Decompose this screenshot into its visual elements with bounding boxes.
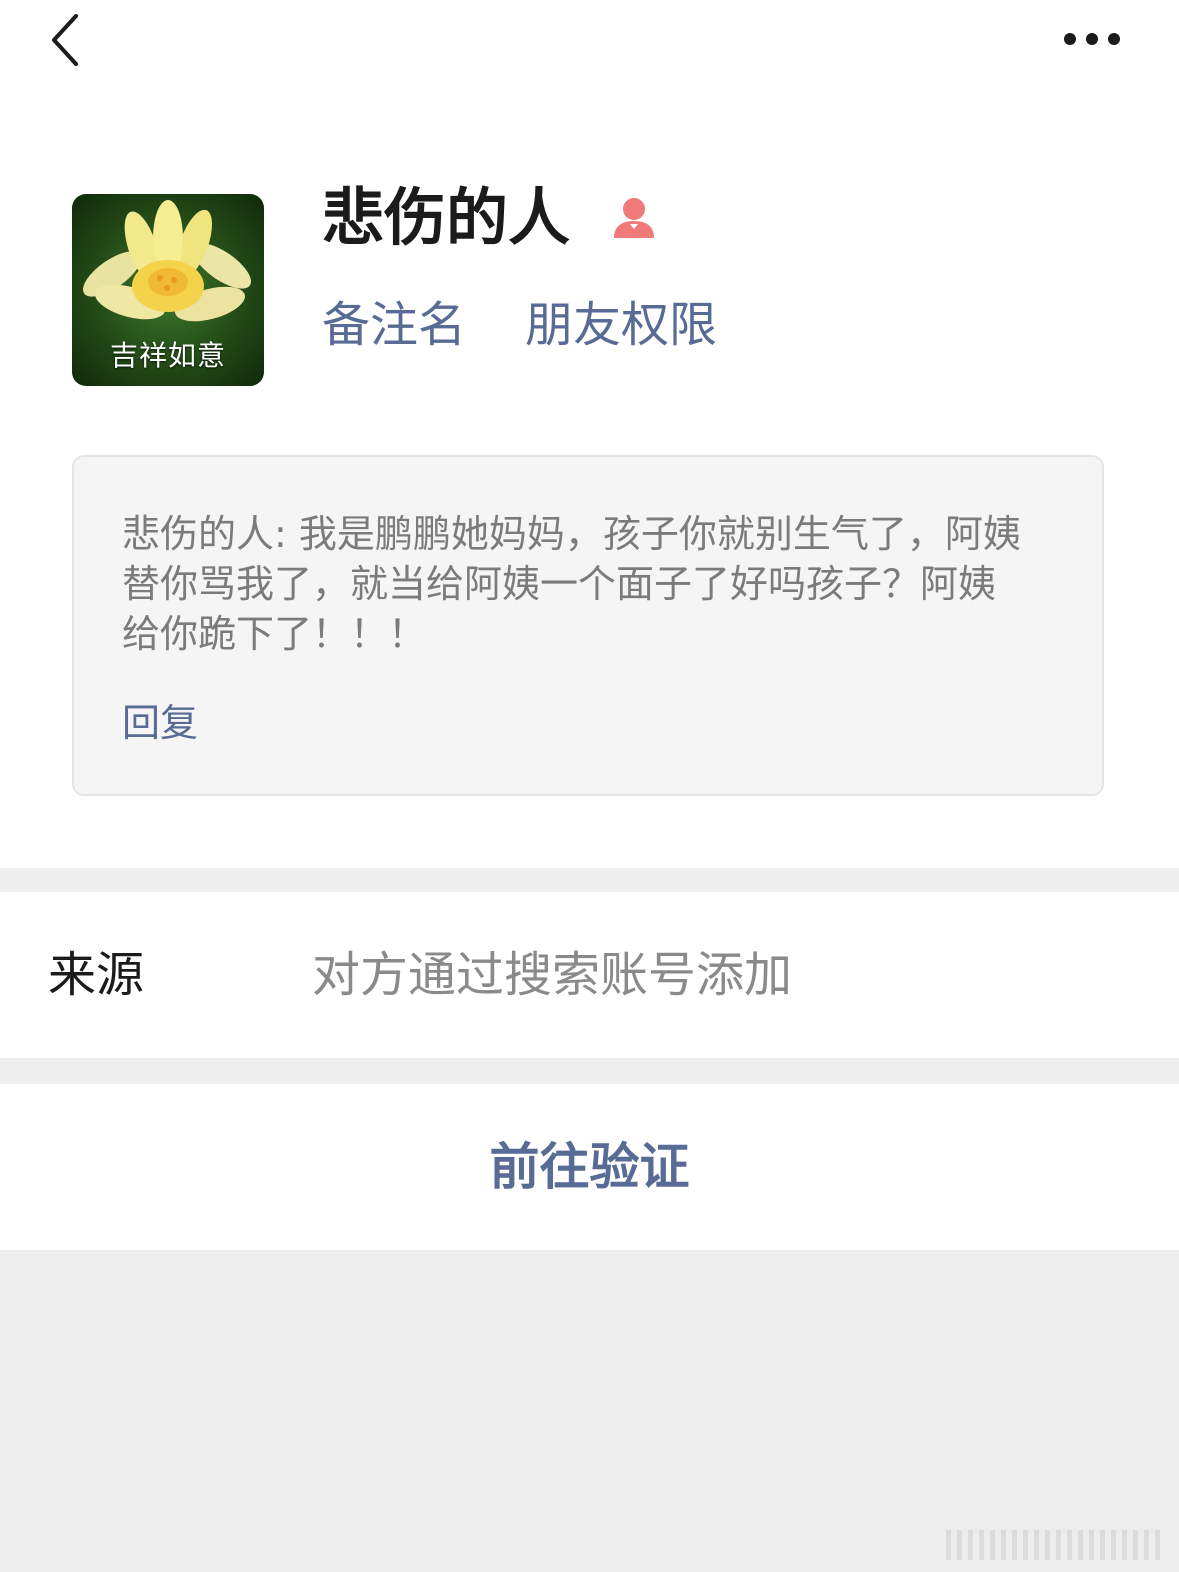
- source-label: 来源: [48, 947, 145, 1003]
- verify-button[interactable]: 前往验证: [0, 1084, 1179, 1250]
- nickname: 悲伤的人: [322, 181, 571, 254]
- ellipsis-icon: [1064, 33, 1120, 45]
- source-value: 对方通过搜索账号添加: [312, 947, 793, 1003]
- reply-link[interactable]: 回复: [122, 695, 198, 751]
- greeting-message: 悲伤的人: 我是鹏鹏她妈妈，孩子你就别生气了，阿姨替你骂我了，就当给阿姨一个面子…: [122, 512, 1021, 656]
- remark-name-link[interactable]: 备注名: [322, 292, 466, 358]
- friend-permission-link[interactable]: 朋友权限: [525, 292, 717, 358]
- profile-header-section: 吉祥如意 悲伤的人 备注名 朋友权限 悲伤的人: 我是鹏鹏她妈妈，孩子你就别生气…: [0, 0, 1179, 868]
- greeting-card: 悲伤的人: 我是鹏鹏她妈妈，孩子你就别生气了，阿姨替你骂我了，就当给阿姨一个面子…: [72, 455, 1104, 796]
- back-button[interactable]: [36, 8, 96, 72]
- watermark-strip: [946, 1530, 1166, 1560]
- avatar-caption: 吉祥如意: [109, 339, 226, 372]
- chevron-left-icon: [52, 14, 78, 66]
- avatar[interactable]: 吉祥如意: [72, 194, 264, 386]
- female-person-icon: [614, 198, 654, 238]
- verify-label: 前往验证: [489, 1138, 690, 1196]
- source-row: 来源 对方通过搜索账号添加: [0, 892, 1179, 1058]
- more-button[interactable]: [1056, 14, 1128, 64]
